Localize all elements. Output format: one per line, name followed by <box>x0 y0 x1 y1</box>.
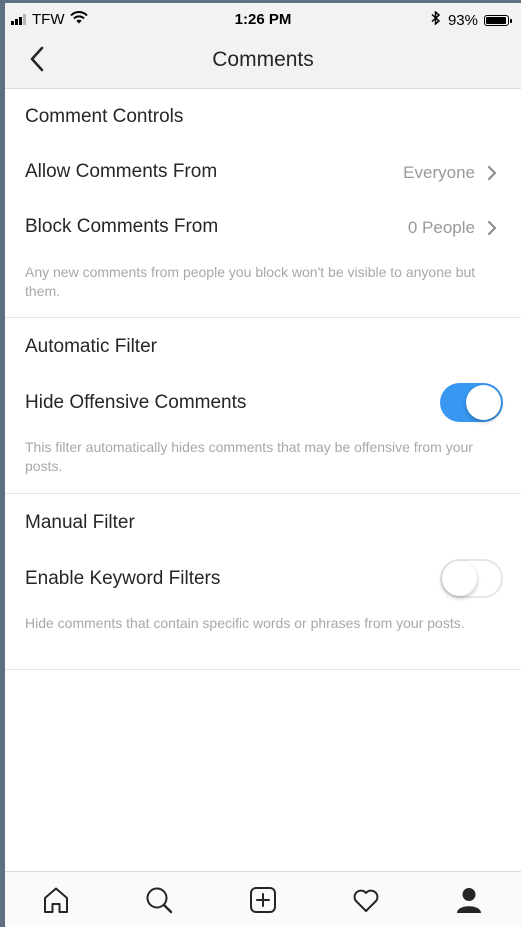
allow-comments-from-row[interactable]: Allow Comments From Everyone <box>5 150 521 194</box>
block-comments-from-value: 0 People <box>407 218 475 237</box>
section-title-automatic-filter: Automatic Filter <box>25 336 157 357</box>
hide-offensive-comments-toggle[interactable] <box>440 383 503 422</box>
block-comments-note: Any new comments from people you block w… <box>25 264 476 299</box>
settings-content: Comment Controls Allow Comments From Eve… <box>5 89 521 670</box>
tab-activity[interactable] <box>348 882 384 918</box>
tab-search[interactable] <box>141 882 177 918</box>
search-icon <box>146 887 173 914</box>
section-title-manual-filter: Manual Filter <box>25 512 135 533</box>
allow-comments-from-value: Everyone <box>403 163 475 182</box>
section-automatic-filter: Automatic Filter Hide Offensive Comments… <box>5 318 521 494</box>
allow-comments-from-label: Allow Comments From <box>25 161 218 182</box>
add-post-icon <box>250 887 276 913</box>
hide-offensive-comments-label: Hide Offensive Comments <box>25 392 247 413</box>
block-comments-from-label: Block Comments From <box>25 216 219 237</box>
enable-keyword-filters-label: Enable Keyword Filters <box>25 568 221 589</box>
section-comment-controls: Comment Controls Allow Comments From Eve… <box>5 89 521 318</box>
phone-screen: TFW 1:26 PM 93% Comments Comment Control… <box>5 3 521 927</box>
chevron-right-icon <box>487 165 497 181</box>
page-title: Comments <box>212 48 314 71</box>
tab-bar <box>5 871 521 927</box>
toggle-knob <box>442 561 477 596</box>
home-icon <box>44 887 68 913</box>
bluetooth-icon <box>431 10 441 29</box>
toggle-knob <box>466 385 501 420</box>
battery-icon <box>484 14 512 26</box>
profile-icon <box>457 888 481 913</box>
status-right: 93% <box>431 10 512 29</box>
tab-home[interactable] <box>38 882 74 918</box>
top-bar: TFW 1:26 PM 93% Comments <box>5 3 521 89</box>
heart-icon <box>353 889 379 912</box>
section-manual-filter: Manual Filter Enable Keyword Filters Hid… <box>5 494 521 670</box>
tab-profile[interactable] <box>451 882 487 918</box>
manual-filter-note: Hide comments that contain specific word… <box>25 615 465 631</box>
status-bar: TFW 1:26 PM 93% <box>5 3 521 31</box>
chevron-right-icon <box>487 220 497 236</box>
tab-new-post[interactable] <box>245 882 281 918</box>
navigation-bar: Comments <box>5 31 521 88</box>
block-comments-from-row[interactable]: Block Comments From 0 People <box>5 205 521 249</box>
battery-percent: 93% <box>447 11 478 29</box>
enable-keyword-filters-toggle[interactable] <box>440 559 503 598</box>
automatic-filter-note: This filter automatically hides comments… <box>25 439 473 474</box>
section-title-comment-controls: Comment Controls <box>25 106 184 127</box>
